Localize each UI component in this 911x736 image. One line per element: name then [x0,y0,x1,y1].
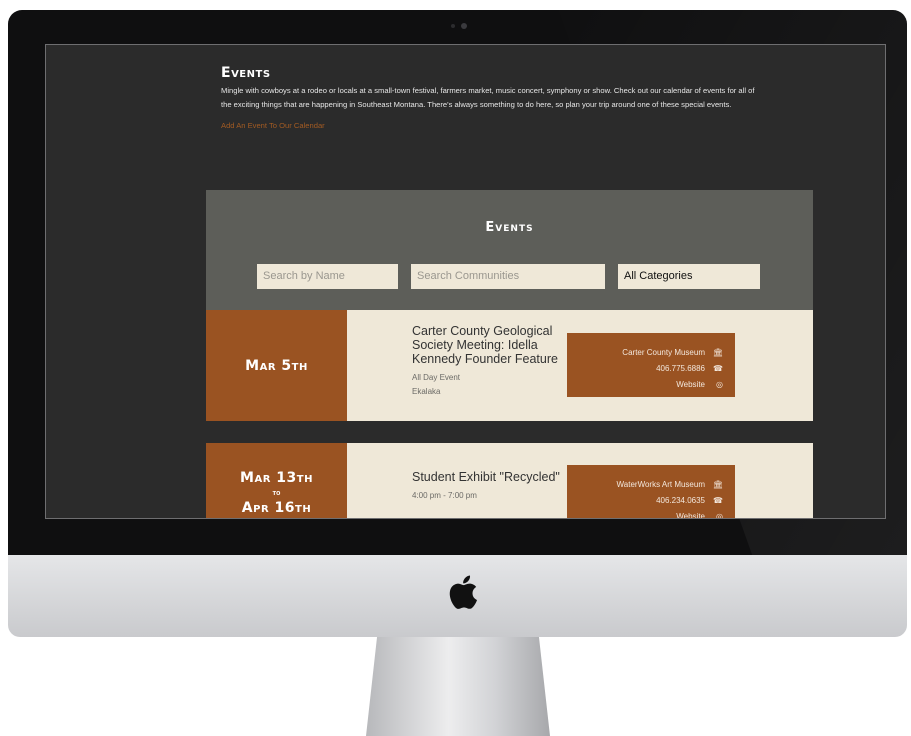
event-date: Mar 5th [206,310,347,421]
venue-row[interactable]: WaterWorks Art Museum 🏛︎ [567,477,723,493]
event-contact-box: WaterWorks Art Museum 🏛︎ 406.234.0635 ☎︎… [567,465,735,519]
event-title[interactable]: Carter County Geological Society Meeting… [412,324,562,366]
phone-number[interactable]: 406.234.0635 [656,493,705,509]
website-link[interactable]: Website [676,509,705,518]
event-card[interactable]: Mar 13th to Apr 16th Student Exhibit "Re… [206,443,813,519]
event-date-label: Mar 5th [245,357,308,374]
intro-description: Mingle with cowboys at a rodeo or locals… [221,86,755,109]
phone-row[interactable]: 406.234.0635 ☎︎ [567,493,723,509]
event-date-end: Apr 16th [241,500,312,516]
event-title[interactable]: Student Exhibit "Recycled" [412,470,562,484]
globe-icon: ◎ [716,380,723,389]
event-date-start: Mar 13th [240,470,313,486]
venue-row[interactable]: Carter County Museum 🏛︎ [567,345,723,361]
event-contact-box: Carter County Museum 🏛︎ 406.775.6886 ☎︎ … [567,333,735,397]
events-filter-panel: Events Search by Name Search Communities… [206,190,813,310]
event-date: Mar 13th to Apr 16th [206,443,347,518]
building-icon: 🏛︎ [712,480,723,489]
search-name-input[interactable]: Search by Name [257,264,398,289]
phone-icon: ☎︎ [713,496,723,505]
event-date-separator: to [272,489,281,497]
intro-title: Events [221,65,271,81]
venue-name[interactable]: Carter County Museum [622,345,705,361]
website-link[interactable]: Website [676,377,705,393]
event-time: 4:00 pm - 7:00 pm [412,491,477,500]
venue-name[interactable]: WaterWorks Art Museum [617,477,705,493]
event-info: Student Exhibit "Recycled" 4:00 pm - 7:0… [412,470,562,503]
category-select[interactable]: All Categories [618,264,760,289]
event-card[interactable]: Mar 5th Carter County Geological Society… [206,310,813,421]
screen: Events Mingle with cowboys at a rodeo or… [45,44,886,519]
website-row[interactable]: Website ◎ [567,377,723,393]
event-info: Carter County Geological Society Meeting… [412,324,562,399]
camera-icon [451,22,471,30]
website-row[interactable]: Website ◎ [567,509,723,519]
intro-section: Events Mingle with cowboys at a rodeo or… [221,65,761,133]
globe-icon: ◎ [716,512,723,519]
building-icon: 🏛︎ [712,348,723,357]
event-location: Ekalaka [412,387,441,396]
event-time: All Day Event [412,373,461,382]
add-event-link[interactable]: Add An Event To Our Calendar [221,121,325,130]
imac-stand [366,637,550,736]
phone-icon: ☎︎ [713,364,723,373]
phone-row[interactable]: 406.775.6886 ☎︎ [567,361,723,377]
phone-number[interactable]: 406.775.6886 [656,361,705,377]
search-communities-input[interactable]: Search Communities [411,264,605,289]
apple-logo [449,575,477,609]
events-heading: Events [485,220,534,235]
